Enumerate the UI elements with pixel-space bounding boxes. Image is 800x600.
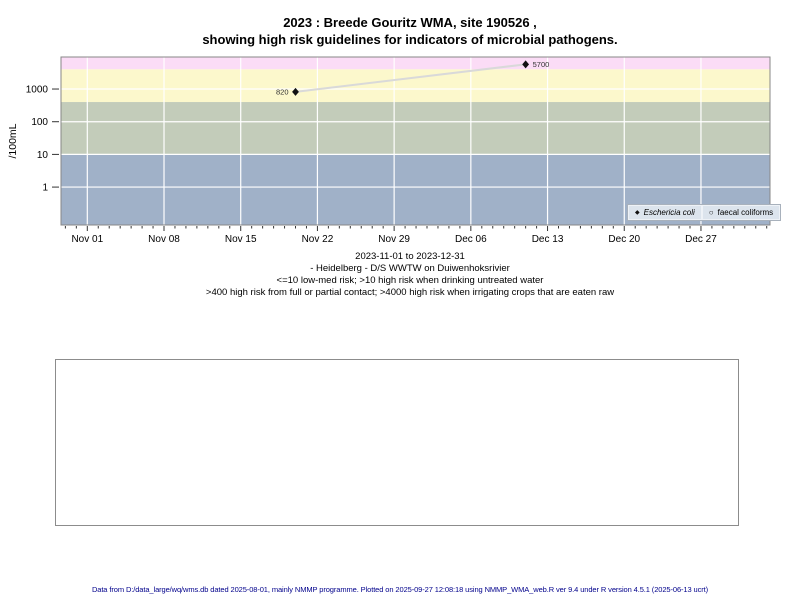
y-tick-label: 10: [37, 150, 49, 161]
y-tick-label: 1000: [26, 85, 49, 96]
caption-risk-guideline-1: <=10 low-med risk; >10 high risk when dr…: [20, 275, 800, 287]
x-tick-label: Nov 01: [71, 234, 103, 245]
risk-band-drinking-risk: [61, 102, 770, 154]
x-tick-label: Nov 08: [148, 234, 180, 245]
x-tick-label: Dec 27: [685, 234, 717, 245]
figure-page: 2023 : Breede Gouritz WMA, site 190526 ,…: [0, 0, 800, 600]
legend-label: Eschericia coli: [644, 208, 695, 217]
x-tick-label: Dec 06: [455, 234, 487, 245]
caption-risk-guideline-2: >400 high risk from full or partial cont…: [20, 287, 800, 299]
x-tick-label: Dec 20: [608, 234, 640, 245]
risk-band-contact-risk: [61, 69, 770, 102]
caption-site-description: - Heidelberg - D/S WWTW on Duiwenhoksriv…: [20, 263, 800, 275]
legend-label: faecal coliforms: [718, 208, 774, 217]
caption-date-range: 2023-11-01 to 2023-12-31: [20, 251, 800, 263]
footer-provenance-text: Data from D:/data_large/wq/wms.db dated …: [0, 585, 800, 594]
y-tick-label: 100: [31, 117, 48, 128]
data-point-label: 820: [276, 87, 289, 96]
data-point-label: 5700: [533, 60, 550, 69]
x-tick-label: Nov 29: [378, 234, 410, 245]
empty-placeholder-panel: [55, 359, 739, 526]
legend-item-faecal-coliforms: ○ faecal coliforms: [702, 205, 780, 220]
legend-item-eschericia-coli: ◆ Eschericia coli: [628, 205, 702, 220]
chart-legend: ◆ Eschericia coli ○ faecal coliforms: [627, 204, 781, 221]
risk-band-irrigation-raw-crops-risk: [61, 57, 770, 69]
filled-diamond-icon: ◆: [635, 210, 640, 216]
x-tick-label: Nov 22: [302, 234, 334, 245]
x-tick-label: Nov 15: [225, 234, 257, 245]
open-circle-icon: ○: [709, 209, 714, 217]
y-axis-title: /100mL: [7, 123, 19, 158]
x-tick-label: Dec 13: [532, 234, 564, 245]
chart-caption: 2023-11-01 to 2023-12-31 - Heidelberg - …: [20, 251, 800, 299]
y-tick-label: 1: [42, 183, 48, 194]
